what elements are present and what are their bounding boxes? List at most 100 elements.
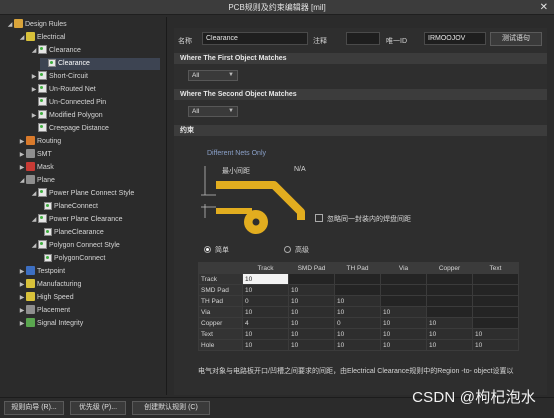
expand-arrow-icon[interactable]: ▶ xyxy=(30,71,38,83)
matrix-cell[interactable]: 10 xyxy=(288,295,335,307)
matrix-cell xyxy=(426,284,473,296)
matrix-cell[interactable]: 10 xyxy=(288,328,335,340)
expand-arrow-icon[interactable]: ▶ xyxy=(18,279,26,291)
matrix-row: Text 10 10 10 10 10 10 xyxy=(198,328,519,340)
matrix-row-header: SMD Pad xyxy=(198,284,243,296)
tree-item-signal-integrity[interactable]: ▶ Signal Integrity xyxy=(18,318,83,330)
tree-item-polygon-connect-style[interactable]: ◢ Polygon Connect Style xyxy=(30,240,120,252)
window-title-bar: PCB规则及约束编辑器 [mil] ✕ xyxy=(0,0,554,15)
name-input[interactable] xyxy=(202,32,308,45)
matrix-cell[interactable]: 0 xyxy=(242,295,289,307)
advanced-mode-radio[interactable]: 高级 xyxy=(284,245,309,255)
tree-item-testpoint[interactable]: ▶ Testpoint xyxy=(18,266,65,278)
collapse-arrow-icon[interactable]: ◢ xyxy=(30,214,38,226)
routing-icon xyxy=(26,136,35,145)
create-default-rules-button[interactable]: 创建默认规则 (C) xyxy=(132,401,210,415)
matrix-cell[interactable]: 10 xyxy=(380,339,427,351)
tree-item-placement[interactable]: ▶ Placement xyxy=(18,305,70,317)
close-icon[interactable]: ✕ xyxy=(540,0,548,15)
matrix-cell[interactable]: 10 xyxy=(242,306,289,318)
radio-button[interactable] xyxy=(284,246,291,253)
expand-arrow-icon[interactable]: ▶ xyxy=(18,305,26,317)
tree-item-short-circuit[interactable]: ▶ Short-Circuit xyxy=(30,71,88,83)
high-speed-icon xyxy=(26,292,35,301)
matrix-cell[interactable]: 10 xyxy=(288,339,335,351)
rule-editor-panel: 名称 注释 唯一ID 测试语句 Where The First Object M… xyxy=(174,28,547,395)
tree-item-routing[interactable]: ▶ Routing xyxy=(18,136,61,148)
matrix-cell[interactable]: 4 xyxy=(242,317,289,329)
collapse-arrow-icon[interactable]: ◢ xyxy=(18,32,26,44)
rule-icon xyxy=(38,45,47,54)
test-query-button[interactable]: 测试语句 xyxy=(490,32,542,46)
tree-item-electrical[interactable]: ◢ Electrical xyxy=(18,32,65,44)
expand-arrow-icon[interactable]: ▶ xyxy=(18,318,26,330)
comment-input[interactable] xyxy=(346,32,380,45)
matrix-cell[interactable]: 10 xyxy=(334,306,381,318)
tree-item-clearance-group[interactable]: ◢ Clearance xyxy=(30,45,81,57)
matrix-cell[interactable]: 10 xyxy=(380,317,427,329)
tree-item-manufacturing[interactable]: ▶ Manufacturing xyxy=(18,279,81,291)
expand-arrow-icon[interactable]: ▶ xyxy=(18,149,26,161)
tree-item-planeconnect[interactable]: PlaneConnect xyxy=(44,201,98,213)
tree-item-unrouted-net[interactable]: ▶ Un-Routed Net xyxy=(30,84,96,96)
matrix-cell[interactable]: 10 xyxy=(472,339,519,351)
min-clearance-value[interactable]: N/A xyxy=(294,166,306,173)
matrix-cell[interactable]: 10 xyxy=(426,317,473,329)
tree-item-creepage-distance[interactable]: Creepage Distance xyxy=(30,123,109,135)
expand-arrow-icon[interactable]: ▶ xyxy=(30,110,38,122)
tree-item-clearance-rule[interactable]: Clearance xyxy=(40,58,160,70)
tree-item-power-plane-clearance[interactable]: ◢ Power Plane Clearance xyxy=(30,214,123,226)
matrix-cell[interactable]: 10 xyxy=(472,328,519,340)
matrix-cell[interactable]: 10 xyxy=(380,306,427,318)
collapse-arrow-icon[interactable]: ◢ xyxy=(30,45,38,57)
expand-arrow-icon[interactable]: ▶ xyxy=(18,162,26,174)
tree-item-design-rules[interactable]: ◢ Design Rules xyxy=(6,19,67,31)
matrix-cell[interactable]: 10 xyxy=(426,339,473,351)
folder-icon xyxy=(14,19,23,28)
matrix-cell[interactable]: 10 xyxy=(380,328,427,340)
first-object-section-header: Where The First Object Matches xyxy=(174,53,547,64)
matrix-cell[interactable]: 10 xyxy=(242,273,289,285)
electrical-icon xyxy=(26,32,35,41)
matrix-cell[interactable]: 10 xyxy=(288,317,335,329)
matrix-cell[interactable]: 10 xyxy=(334,328,381,340)
expand-arrow-icon[interactable]: ▶ xyxy=(18,292,26,304)
simple-mode-radio[interactable]: 简单 xyxy=(204,245,229,255)
radio-button[interactable] xyxy=(204,246,211,253)
checkbox-box[interactable] xyxy=(315,214,323,222)
matrix-cell[interactable]: 10 xyxy=(288,284,335,296)
matrix-cell[interactable]: 10 xyxy=(242,328,289,340)
collapse-arrow-icon[interactable]: ◢ xyxy=(6,19,14,31)
tree-item-plane[interactable]: ◢ Plane xyxy=(18,175,55,187)
tree-item-modified-polygon[interactable]: ▶ Modified Polygon xyxy=(30,110,103,122)
matrix-cell[interactable]: 10 xyxy=(242,284,289,296)
second-object-select[interactable]: All ▼ xyxy=(188,106,238,117)
tree-item-unconnected-pin[interactable]: Un-Connected Pin xyxy=(30,97,106,109)
expand-arrow-icon[interactable]: ▶ xyxy=(18,266,26,278)
rule-icon xyxy=(44,228,52,236)
ignore-pad-clearance-checkbox[interactable]: 忽略同一封装内的焊盘间距 xyxy=(315,214,411,224)
unique-id-input[interactable] xyxy=(424,32,486,45)
matrix-cell[interactable]: 10 xyxy=(426,328,473,340)
collapse-arrow-icon[interactable]: ◢ xyxy=(30,188,38,200)
matrix-cell[interactable]: 10 xyxy=(288,306,335,318)
collapse-arrow-icon[interactable]: ◢ xyxy=(30,240,38,252)
tree-item-smt[interactable]: ▶ SMT xyxy=(18,149,52,161)
collapse-arrow-icon[interactable]: ◢ xyxy=(18,175,26,187)
rule-icon xyxy=(38,123,47,132)
rule-wizard-button[interactable]: 规则向导 (R)... xyxy=(4,401,64,415)
tree-item-planeclearance[interactable]: PlaneClearance xyxy=(44,227,104,239)
expand-arrow-icon[interactable]: ▶ xyxy=(30,84,38,96)
tree-item-power-plane-connect-style[interactable]: ◢ Power Plane Connect Style xyxy=(30,188,134,200)
tree-item-mask[interactable]: ▶ Mask xyxy=(18,162,54,174)
matrix-cell[interactable]: 10 xyxy=(334,339,381,351)
matrix-cell[interactable]: 10 xyxy=(334,295,381,307)
expand-arrow-icon[interactable]: ▶ xyxy=(18,136,26,148)
tree-item-high-speed[interactable]: ▶ High Speed xyxy=(18,292,74,304)
priority-button[interactable]: 优先级 (P)... xyxy=(70,401,126,415)
matrix-cell[interactable]: 0 xyxy=(334,317,381,329)
matrix-cell[interactable]: 10 xyxy=(242,339,289,351)
matrix-row-header: Via xyxy=(198,306,243,318)
tree-item-polygonconnect[interactable]: PolygonConnect xyxy=(44,253,105,265)
first-object-select[interactable]: All ▼ xyxy=(188,70,238,81)
